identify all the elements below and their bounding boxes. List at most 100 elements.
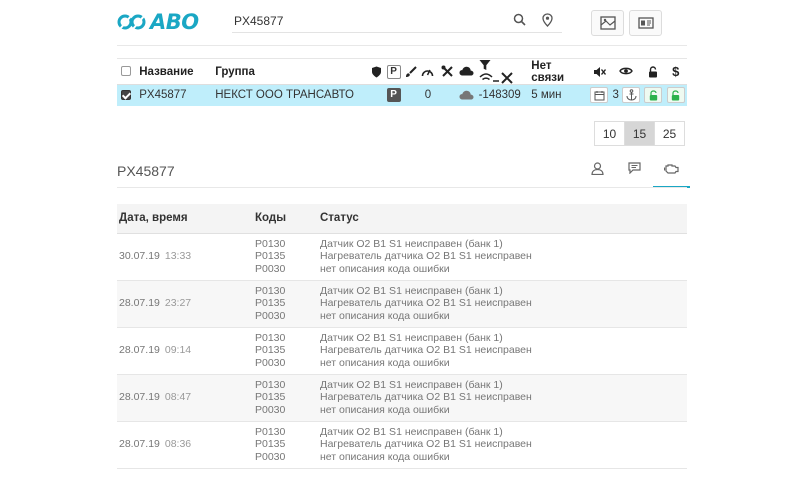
error-status: Нагреватель датчика O2 B1 S1 неисправен bbox=[320, 250, 532, 263]
cloud-icon bbox=[459, 91, 474, 100]
error-date: 28.07.19 bbox=[119, 297, 160, 310]
header-no-connection[interactable]: Нет связи bbox=[529, 57, 589, 86]
parking-icon[interactable]: P bbox=[386, 64, 401, 79]
page-size-10[interactable]: 10 bbox=[594, 121, 625, 146]
parking-status-icon: P bbox=[386, 88, 401, 103]
tools-icon[interactable] bbox=[441, 65, 454, 78]
row-checkbox[interactable] bbox=[121, 90, 131, 101]
error-code: P0130 bbox=[255, 331, 286, 344]
shield-icon[interactable] bbox=[371, 66, 382, 78]
error-status: Датчик O2 B1 S1 неисправен (банк 1) bbox=[320, 237, 503, 250]
error-code: P0030 bbox=[255, 262, 286, 275]
errors-table: Дата, время Коды Статус 30.07.19 13:33 P0… bbox=[117, 204, 687, 469]
id-card-button[interactable] bbox=[629, 10, 662, 36]
error-status: Датчик O2 B1 S1 неисправен (банк 1) bbox=[320, 284, 503, 297]
payment-status-button[interactable] bbox=[666, 87, 685, 104]
vehicle-row[interactable]: PX45877 НЕКСТ ООО ТРАНСАВТО P 0 -148309 … bbox=[117, 84, 687, 106]
error-time: 08:47 bbox=[164, 391, 192, 404]
lock-icon[interactable] bbox=[648, 65, 658, 78]
filter-icon[interactable] bbox=[479, 59, 491, 71]
error-code: P0135 bbox=[255, 438, 286, 451]
vehicles-table: Название Группа P Нет связи $ PX45877 НЕ… bbox=[117, 57, 687, 106]
error-row[interactable]: 28.07.19 08:47 P0130 P0135 P0030 Датчик O2 … bbox=[117, 374, 687, 422]
error-status: Датчик O2 B1 S1 неисправен (банк 1) bbox=[320, 331, 503, 344]
mute-icon[interactable] bbox=[593, 66, 606, 78]
header-codes[interactable]: Коды bbox=[255, 204, 320, 234]
error-row[interactable]: 30.07.19 13:33 P0130 P0135 P0030 Датчик O2 … bbox=[117, 233, 687, 281]
parking-count: 0 bbox=[418, 84, 438, 106]
search-input[interactable] bbox=[232, 11, 492, 31]
error-code: P0130 bbox=[255, 284, 286, 297]
error-code: P0135 bbox=[255, 391, 286, 404]
vehicle-group: НЕКСТ ООО ТРАНСАВТО bbox=[213, 84, 369, 106]
header-status[interactable]: Статус bbox=[320, 204, 687, 234]
anchor-button[interactable] bbox=[622, 87, 641, 104]
error-time: 23:27 bbox=[164, 297, 192, 310]
logo[interactable]: АВО bbox=[117, 10, 199, 34]
error-code: P0030 bbox=[255, 356, 286, 369]
select-all-checkbox[interactable] bbox=[121, 66, 131, 77]
error-status: Нагреватель датчика O2 B1 S1 неисправен bbox=[320, 391, 532, 404]
user-icon bbox=[591, 162, 604, 175]
map-button[interactable] bbox=[591, 10, 624, 36]
error-code: P0135 bbox=[255, 344, 286, 357]
error-code: P0030 bbox=[255, 309, 286, 322]
tab-messages[interactable] bbox=[616, 160, 653, 188]
tab-driver[interactable] bbox=[579, 160, 616, 188]
lock-icon bbox=[649, 90, 658, 101]
brush-icon[interactable] bbox=[405, 65, 417, 78]
header-group[interactable]: Группа bbox=[213, 57, 369, 86]
error-time: 08:36 bbox=[164, 438, 192, 451]
error-status: Датчик O2 B1 S1 неисправен (банк 1) bbox=[320, 378, 503, 391]
header-datetime[interactable]: Дата, время bbox=[117, 204, 255, 234]
page-size-selector: 10 15 25 bbox=[594, 121, 685, 146]
error-row[interactable]: 28.07.19 08:36 P0130 P0135 P0030 Датчик O2 … bbox=[117, 421, 687, 469]
lock-status-button[interactable] bbox=[644, 87, 663, 104]
tab-engine-errors[interactable] bbox=[653, 160, 690, 188]
detail-tabs bbox=[579, 160, 690, 188]
error-status: Датчик O2 B1 S1 неисправен (банк 1) bbox=[320, 425, 503, 438]
temperature-value: -148309 bbox=[476, 84, 530, 106]
header-name[interactable]: Название bbox=[137, 57, 214, 86]
map-pin-icon[interactable] bbox=[542, 13, 553, 27]
search-icon[interactable] bbox=[513, 13, 526, 26]
page-size-15[interactable]: 15 bbox=[624, 121, 655, 146]
detail-title: PX45877 bbox=[117, 163, 175, 179]
error-code: P0130 bbox=[255, 378, 286, 391]
errors-header-row: Дата, время Коды Статус bbox=[117, 204, 687, 234]
id-card-icon bbox=[637, 17, 654, 29]
error-row[interactable]: 28.07.19 09:14 P0130 P0135 P0030 Датчик O2 … bbox=[117, 327, 687, 375]
logo-text: АВО bbox=[150, 10, 199, 34]
eye-icon[interactable] bbox=[619, 66, 634, 76]
error-time: 13:33 bbox=[164, 250, 192, 263]
dollar-icon[interactable]: $ bbox=[672, 64, 679, 79]
error-status: Нагреватель датчика O2 B1 S1 неисправен bbox=[320, 344, 532, 357]
error-code: P0130 bbox=[255, 237, 286, 250]
error-date: 28.07.19 bbox=[119, 344, 160, 357]
error-status: нет описания кода ошибки bbox=[320, 262, 450, 275]
error-status: Нагреватель датчика O2 B1 S1 неисправен bbox=[320, 297, 532, 310]
error-code: P0135 bbox=[255, 297, 286, 310]
anchor-icon bbox=[626, 89, 637, 101]
error-date: 28.07.19 bbox=[119, 391, 160, 404]
cloud-icon[interactable] bbox=[459, 66, 474, 76]
calendar-button[interactable] bbox=[590, 87, 609, 104]
chat-icon bbox=[628, 162, 641, 174]
vehicle-name[interactable]: PX45877 bbox=[137, 84, 214, 106]
no-signal-icon[interactable] bbox=[479, 71, 513, 84]
error-time: 09:14 bbox=[164, 344, 192, 357]
error-status: нет описания кода ошибки bbox=[320, 403, 450, 416]
error-code: P0030 bbox=[255, 403, 286, 416]
no-connection-value: 5 мин bbox=[529, 84, 589, 106]
error-row[interactable]: 28.07.19 23:27 P0130 P0135 P0030 Датчик O2 … bbox=[117, 280, 687, 328]
lock-icon bbox=[672, 90, 680, 101]
error-status: Нагреватель датчика O2 B1 S1 неисправен bbox=[320, 438, 532, 451]
error-code: P0030 bbox=[255, 450, 286, 463]
detail-divider bbox=[117, 187, 687, 188]
error-status: нет описания кода ошибки bbox=[320, 356, 450, 369]
speedometer-icon[interactable] bbox=[421, 66, 434, 77]
error-status: нет описания кода ошибки bbox=[320, 450, 450, 463]
page-size-25[interactable]: 25 bbox=[654, 121, 685, 146]
header-divider bbox=[117, 45, 687, 46]
count-value: 3 bbox=[612, 89, 619, 102]
